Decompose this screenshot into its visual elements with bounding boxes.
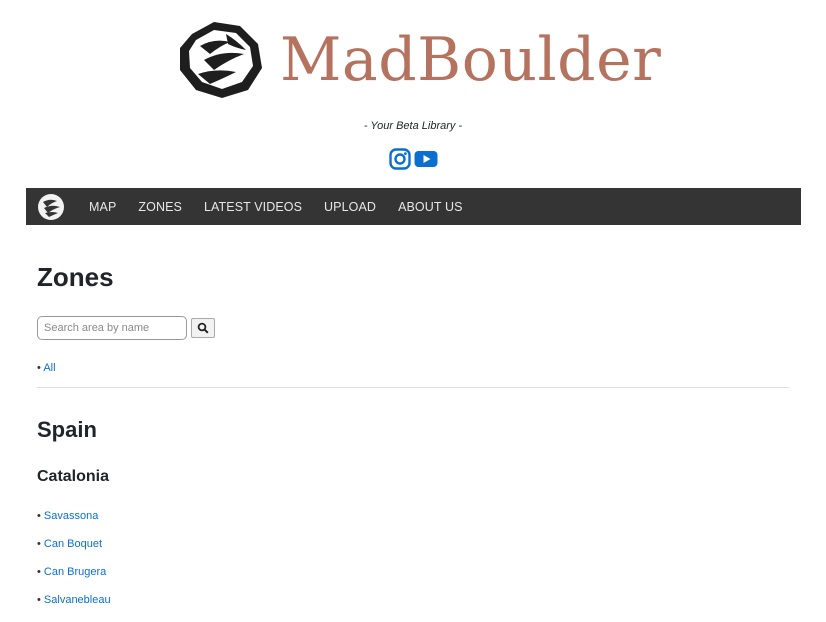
tagline: - Your Beta Library - (363, 120, 463, 132)
bullet: • (37, 566, 41, 578)
social-links (389, 148, 438, 170)
site-header: MadBoulder (0, 10, 826, 110)
search-button[interactable] (191, 318, 215, 338)
divider (37, 387, 789, 388)
all-zones-link[interactable]: All (43, 362, 55, 374)
boulder-logo-icon[interactable] (174, 16, 266, 100)
bullet: • (37, 362, 41, 374)
instagram-icon[interactable] (389, 148, 411, 170)
main-content: Zones • All Spain Catalonia • Savassona … (37, 250, 789, 606)
bullet: • (37, 538, 41, 550)
search-input[interactable] (37, 316, 187, 340)
list-item: • Salvanebleau (37, 594, 111, 622)
nav-about-us[interactable]: ABOUT US (398, 200, 462, 214)
search-icon (197, 322, 209, 334)
region-heading: Catalonia (37, 468, 110, 485)
bullet: • (37, 510, 41, 522)
zone-list: • Savassona • Can Boquet • Can Brugera •… (37, 510, 111, 622)
zone-link-can-brugera[interactable]: Can Brugera (44, 566, 106, 578)
all-zones-item: • All (37, 362, 56, 374)
main-navbar: MAP ZONES LATEST VIDEOS UPLOAD ABOUT US (26, 188, 801, 225)
zone-link-can-boquet[interactable]: Can Boquet (44, 538, 102, 550)
nav-latest-videos[interactable]: LATEST VIDEOS (204, 200, 302, 214)
youtube-icon[interactable] (414, 148, 438, 170)
nav-zones[interactable]: ZONES (138, 200, 182, 214)
bullet: • (37, 594, 41, 606)
list-item: • Savassona (37, 510, 111, 538)
brand-name[interactable]: MadBoulder (280, 22, 661, 98)
search-bar (37, 316, 215, 340)
page-title: Zones (37, 262, 114, 292)
zone-link-salvanebleau[interactable]: Salvanebleau (44, 594, 111, 606)
list-item: • Can Brugera (37, 566, 111, 594)
list-item: • Can Boquet (37, 538, 111, 566)
nav-map[interactable]: MAP (89, 200, 116, 214)
home-logo-icon[interactable] (36, 192, 66, 222)
zone-link-savassona[interactable]: Savassona (44, 510, 98, 522)
nav-upload[interactable]: UPLOAD (324, 200, 376, 214)
country-heading: Spain (37, 417, 97, 442)
